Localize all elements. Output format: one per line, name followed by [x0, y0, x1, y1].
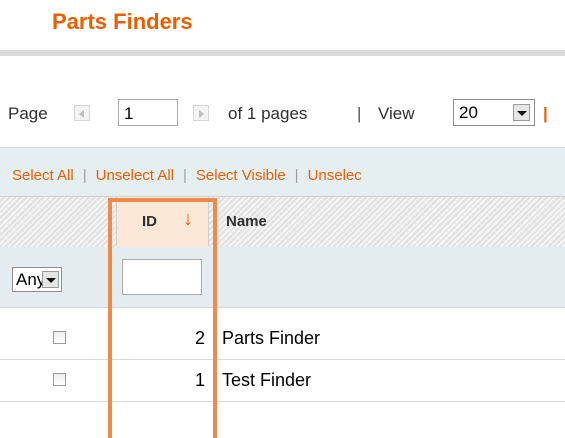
row-id: 2: [194, 328, 205, 348]
column-divider: [116, 196, 117, 246]
grid-headings: ID ↓ Name: [0, 196, 565, 248]
unselect-visible-link[interactable]: Unselec: [308, 167, 362, 184]
checkbox-filter-select[interactable]: Any: [12, 267, 62, 292]
sort-descending-icon: ↓: [183, 208, 193, 230]
title-divider: [0, 50, 565, 56]
view-per-page-select[interactable]: 20: [453, 99, 535, 126]
page-title: Parts Finders: [52, 9, 193, 34]
massaction-links: Select All | Unselect All | Select Visible | U…: [12, 167, 362, 184]
view-label: View: [378, 104, 415, 123]
page-label: Page: [8, 104, 48, 123]
row-checkbox[interactable]: [53, 331, 66, 344]
massaction-separator: |: [182, 167, 187, 184]
select-all-link[interactable]: Select All: [12, 167, 74, 184]
row-checkbox[interactable]: [53, 373, 66, 386]
id-column-header[interactable]: ID ↓: [116, 197, 208, 247]
pager-separator: |: [357, 104, 362, 123]
chevron-down-icon[interactable]: [42, 271, 59, 288]
checkbox-filter-value: Any: [16, 270, 46, 289]
id-header-label: ID: [142, 213, 157, 230]
view-per-page-value: 20: [459, 103, 478, 122]
chevron-down-icon[interactable]: [513, 104, 530, 121]
row-name: Test Finder: [222, 370, 312, 390]
row-name: Parts Finder: [222, 328, 321, 348]
id-filter-input[interactable]: [122, 259, 202, 295]
row-id: 1: [194, 370, 205, 390]
filter-row: Any: [0, 247, 565, 308]
pager-trailing-separator: |: [543, 104, 548, 123]
page-number-input[interactable]: [118, 99, 178, 126]
total-pages-label: of 1 pages: [228, 104, 308, 123]
select-visible-link[interactable]: Select Visible: [196, 167, 286, 184]
massaction-separator: |: [82, 167, 87, 184]
name-column-header[interactable]: Name: [226, 213, 267, 230]
prev-page-icon[interactable]: [74, 105, 90, 121]
unselect-all-link[interactable]: Unselect All: [96, 167, 174, 184]
next-page-icon[interactable]: [193, 105, 209, 121]
pager: Page of 1 pages | View 20 |: [8, 96, 565, 130]
table-row[interactable]: 1 Test Finder: [0, 360, 565, 402]
massaction-separator: |: [294, 167, 299, 184]
table-row[interactable]: 2 Parts Finder: [0, 318, 565, 360]
column-divider: [208, 196, 209, 246]
